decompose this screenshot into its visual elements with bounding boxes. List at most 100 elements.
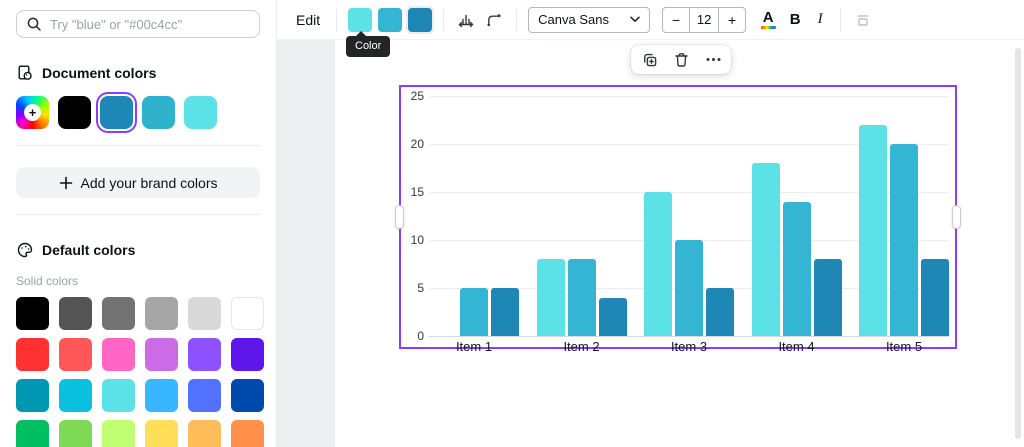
chart-element-selection[interactable]: 0510152025Item 1Item 2Item 3Item 4Item 5 xyxy=(399,85,957,349)
color-swatch xyxy=(348,8,372,32)
font-size-increase-button[interactable]: + xyxy=(719,8,745,32)
add-brand-colors-label: Add your brand colors xyxy=(81,175,218,191)
palette-swatch[interactable] xyxy=(188,420,221,447)
duplicate-button[interactable] xyxy=(635,48,663,72)
bar-chart: 0510152025Item 1Item 2Item 3Item 4Item 5 xyxy=(401,87,955,347)
y-axis-tick: 20 xyxy=(401,137,424,151)
canvas-scrollbar[interactable] xyxy=(1015,48,1021,439)
palette-swatch[interactable] xyxy=(59,379,92,412)
text-color-letter: A xyxy=(763,10,774,25)
color-search-input[interactable] xyxy=(50,17,250,32)
gridline xyxy=(429,336,949,337)
color-search-box[interactable] xyxy=(16,10,260,38)
plus-icon: + xyxy=(24,104,41,121)
document-color-swatch-add-new-color[interactable]: + xyxy=(16,96,49,129)
palette-swatch[interactable] xyxy=(59,297,92,330)
document-color-swatch-black[interactable] xyxy=(58,96,91,129)
ellipsis-icon xyxy=(704,50,723,69)
resize-handle-right[interactable] xyxy=(952,205,961,229)
toolbar-color-swatch-teal-blue[interactable] xyxy=(406,6,434,34)
bar xyxy=(599,298,627,336)
palette-swatch[interactable] xyxy=(231,338,264,371)
bar xyxy=(644,192,672,336)
bar-group xyxy=(429,96,519,336)
bar xyxy=(890,144,918,336)
palette-swatch[interactable] xyxy=(16,338,49,371)
y-axis-tick: 0 xyxy=(401,329,424,343)
toolbar-divider xyxy=(516,9,517,31)
palette-swatch[interactable] xyxy=(188,379,221,412)
palette-swatch[interactable] xyxy=(102,338,135,371)
toolbar-color-swatch-turquoise[interactable] xyxy=(346,6,374,34)
text-color-button[interactable]: A xyxy=(754,6,782,34)
palette-swatch[interactable] xyxy=(16,379,49,412)
font-size-decrease-button[interactable]: − xyxy=(663,8,689,32)
palette-swatch[interactable] xyxy=(102,297,135,330)
palette-swatch[interactable] xyxy=(231,297,264,330)
bar xyxy=(491,288,519,336)
bar xyxy=(814,259,842,336)
toolbar-divider xyxy=(336,9,337,31)
bar xyxy=(859,125,887,336)
x-axis-labels: Item 1Item 2Item 3Item 4Item 5 xyxy=(429,339,949,354)
bar-group xyxy=(537,96,627,336)
edit-button[interactable]: Edit xyxy=(288,6,328,34)
y-axis-tick: 10 xyxy=(401,233,424,247)
design-canvas[interactable]: 0510152025Item 1Item 2Item 3Item 4Item 5 xyxy=(277,40,1024,447)
palette-swatch[interactable] xyxy=(145,338,178,371)
editor-main: Edit xyxy=(277,0,1024,447)
document-colors-icon xyxy=(16,64,34,82)
toolbar-color-swatch-cyan[interactable] xyxy=(376,6,404,34)
toolbar-divider xyxy=(840,9,841,31)
palette-swatch[interactable] xyxy=(231,379,264,412)
spacing-icon xyxy=(854,11,872,29)
resize-handle-left[interactable] xyxy=(395,205,404,229)
elbow-connector-icon xyxy=(485,11,503,29)
line-curve-button[interactable] xyxy=(480,6,508,34)
palette-swatch[interactable] xyxy=(102,420,135,447)
editor-toolbar: Edit xyxy=(277,0,1024,40)
bar-group xyxy=(859,96,949,336)
font-family-value: Canva Sans xyxy=(538,12,609,27)
palette-swatch[interactable] xyxy=(102,379,135,412)
delete-button[interactable] xyxy=(667,48,695,72)
palette-swatch[interactable] xyxy=(16,420,49,447)
spacing-button[interactable] xyxy=(849,6,877,34)
palette-swatch[interactable] xyxy=(59,420,92,447)
add-brand-colors-button[interactable]: Add your brand colors xyxy=(16,167,260,198)
palette-swatch[interactable] xyxy=(145,297,178,330)
bold-button[interactable]: B xyxy=(782,6,808,34)
palette-swatch[interactable] xyxy=(231,420,264,447)
bar-group xyxy=(752,96,842,336)
search-icon xyxy=(26,16,42,32)
palette-swatch[interactable] xyxy=(16,297,49,330)
default-colors-header: Default colors xyxy=(16,241,260,259)
bar-groups xyxy=(429,96,949,336)
document-colors-header: Document colors xyxy=(16,64,260,82)
bar xyxy=(783,202,811,336)
more-options-button[interactable] xyxy=(699,48,727,72)
font-size-value[interactable]: 12 xyxy=(689,8,719,32)
chevron-down-icon xyxy=(630,16,640,23)
document-color-swatch-teal-blue[interactable] xyxy=(100,96,133,129)
bar xyxy=(706,288,734,336)
color-panel-sidebar: Document colors + Add your brand colors xyxy=(0,0,277,447)
palette-swatch[interactable] xyxy=(188,338,221,371)
chart-settings-button[interactable] xyxy=(452,6,480,34)
plus-icon xyxy=(59,176,73,190)
bar xyxy=(921,259,949,336)
document-color-swatch-turquoise[interactable] xyxy=(184,96,217,129)
palette-swatch[interactable] xyxy=(59,338,92,371)
y-axis-tick: 5 xyxy=(401,281,424,295)
italic-button[interactable]: I xyxy=(808,6,832,34)
font-family-dropdown[interactable]: Canva Sans xyxy=(528,7,650,33)
palette-swatch[interactable] xyxy=(145,420,178,447)
trash-icon xyxy=(672,50,691,69)
document-color-swatch-cyan[interactable] xyxy=(142,96,175,129)
axis-bars-icon xyxy=(457,11,475,29)
palette-swatch[interactable] xyxy=(188,297,221,330)
palette-swatch[interactable] xyxy=(145,379,178,412)
solid-colors-grid xyxy=(16,297,260,447)
duplicate-icon xyxy=(640,50,659,69)
bar xyxy=(675,240,703,336)
